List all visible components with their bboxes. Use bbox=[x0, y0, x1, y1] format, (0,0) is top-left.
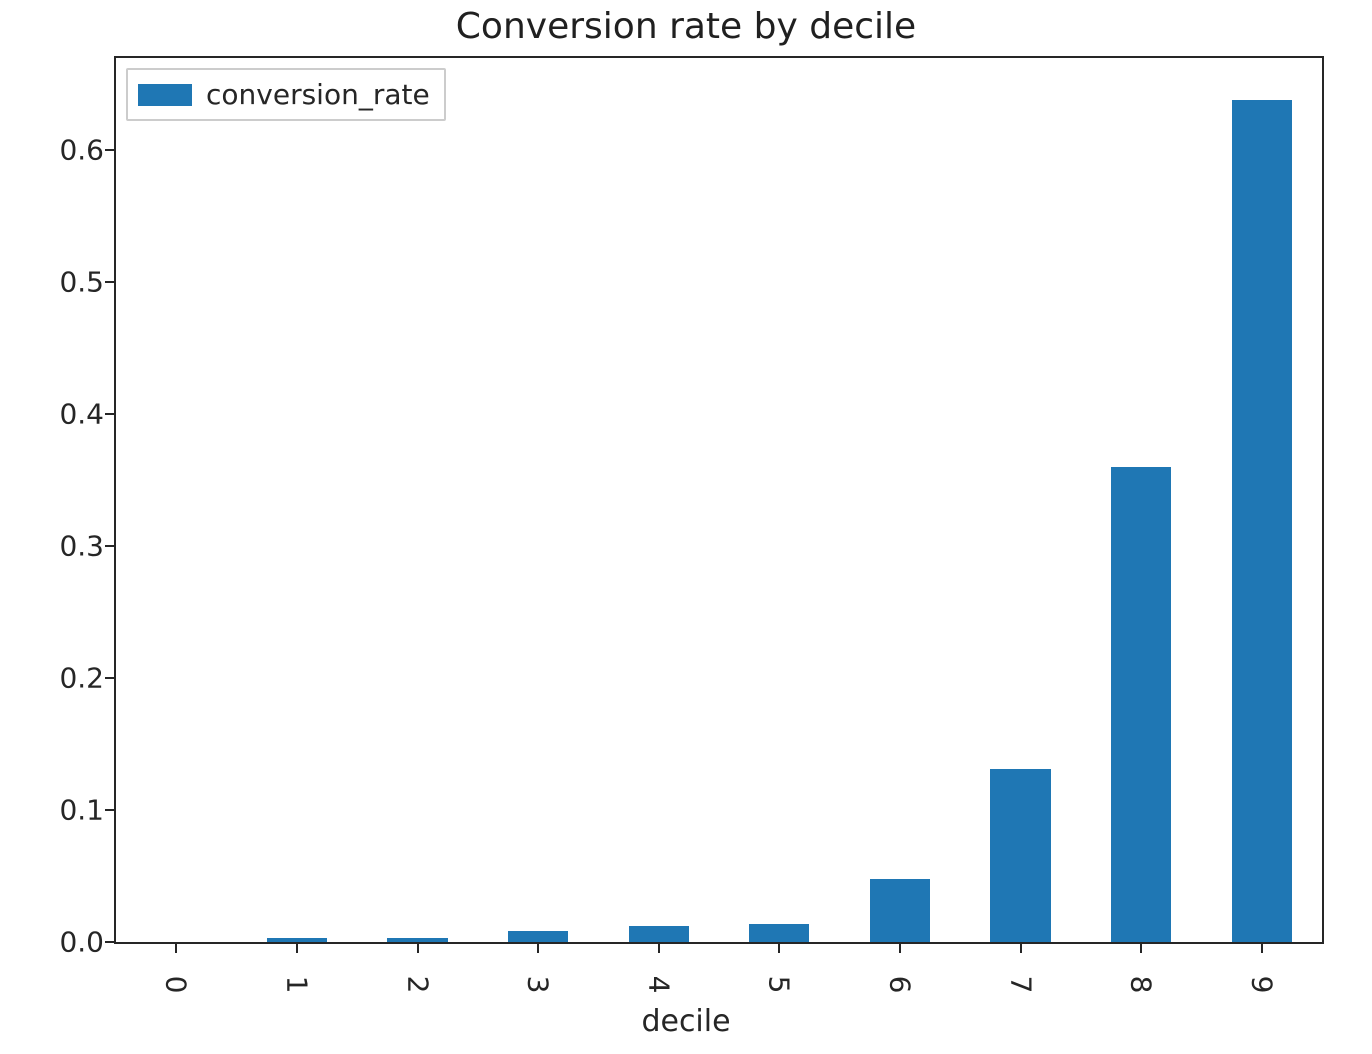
y-tick-mark bbox=[105, 413, 114, 415]
bar-1 bbox=[267, 938, 327, 942]
bar-7 bbox=[990, 769, 1050, 942]
chart-title: Conversion rate by decile bbox=[0, 6, 1372, 47]
x-tick-mark bbox=[658, 944, 660, 953]
x-tick-mark bbox=[899, 944, 901, 953]
x-tick-label: 1 bbox=[280, 976, 313, 994]
y-tick-label: 0.5 bbox=[4, 266, 104, 299]
plot-area: conversion_rate bbox=[114, 56, 1324, 944]
legend-label: conversion_rate bbox=[206, 78, 430, 111]
y-tick-mark bbox=[105, 677, 114, 679]
bar-3 bbox=[508, 931, 568, 942]
bar-9 bbox=[1232, 100, 1292, 942]
bar-5 bbox=[749, 924, 809, 942]
x-tick-mark bbox=[1140, 944, 1142, 953]
x-tick-label: 4 bbox=[642, 976, 675, 994]
y-tick-label: 0.3 bbox=[4, 530, 104, 563]
bar-6 bbox=[870, 879, 930, 942]
y-tick-mark bbox=[105, 941, 114, 943]
x-tick-label: 8 bbox=[1125, 976, 1158, 994]
x-tick-mark bbox=[1261, 944, 1263, 953]
x-tick-mark bbox=[175, 944, 177, 953]
chart-figure: Conversion rate by decile 0.0 0.1 0.2 0.… bbox=[0, 0, 1372, 1054]
x-tick-label: 3 bbox=[522, 976, 555, 994]
bar-2 bbox=[387, 938, 447, 942]
x-tick-label: 2 bbox=[401, 976, 434, 994]
y-tick-label: 0.1 bbox=[4, 794, 104, 827]
y-tick-label: 0.4 bbox=[4, 398, 104, 431]
y-tick-mark bbox=[105, 809, 114, 811]
x-tick-mark bbox=[296, 944, 298, 953]
legend: conversion_rate bbox=[126, 68, 446, 121]
x-tick-label: 9 bbox=[1245, 976, 1278, 994]
y-tick-label: 0.6 bbox=[4, 134, 104, 167]
y-tick-mark bbox=[105, 149, 114, 151]
legend-swatch bbox=[138, 84, 192, 106]
y-tick-mark bbox=[105, 281, 114, 283]
x-tick-mark bbox=[537, 944, 539, 953]
x-axis-label: decile bbox=[0, 1004, 1372, 1039]
bar-4 bbox=[629, 926, 689, 942]
y-tick-label: 0.2 bbox=[4, 662, 104, 695]
y-tick-mark bbox=[105, 545, 114, 547]
x-tick-label: 0 bbox=[160, 976, 193, 994]
x-tick-label: 5 bbox=[763, 976, 796, 994]
x-tick-mark bbox=[1020, 944, 1022, 953]
bar-8 bbox=[1111, 467, 1171, 942]
y-tick-label: 0.0 bbox=[4, 926, 104, 959]
x-tick-mark bbox=[778, 944, 780, 953]
x-tick-label: 7 bbox=[1004, 976, 1037, 994]
x-tick-label: 6 bbox=[883, 976, 916, 994]
x-tick-mark bbox=[417, 944, 419, 953]
